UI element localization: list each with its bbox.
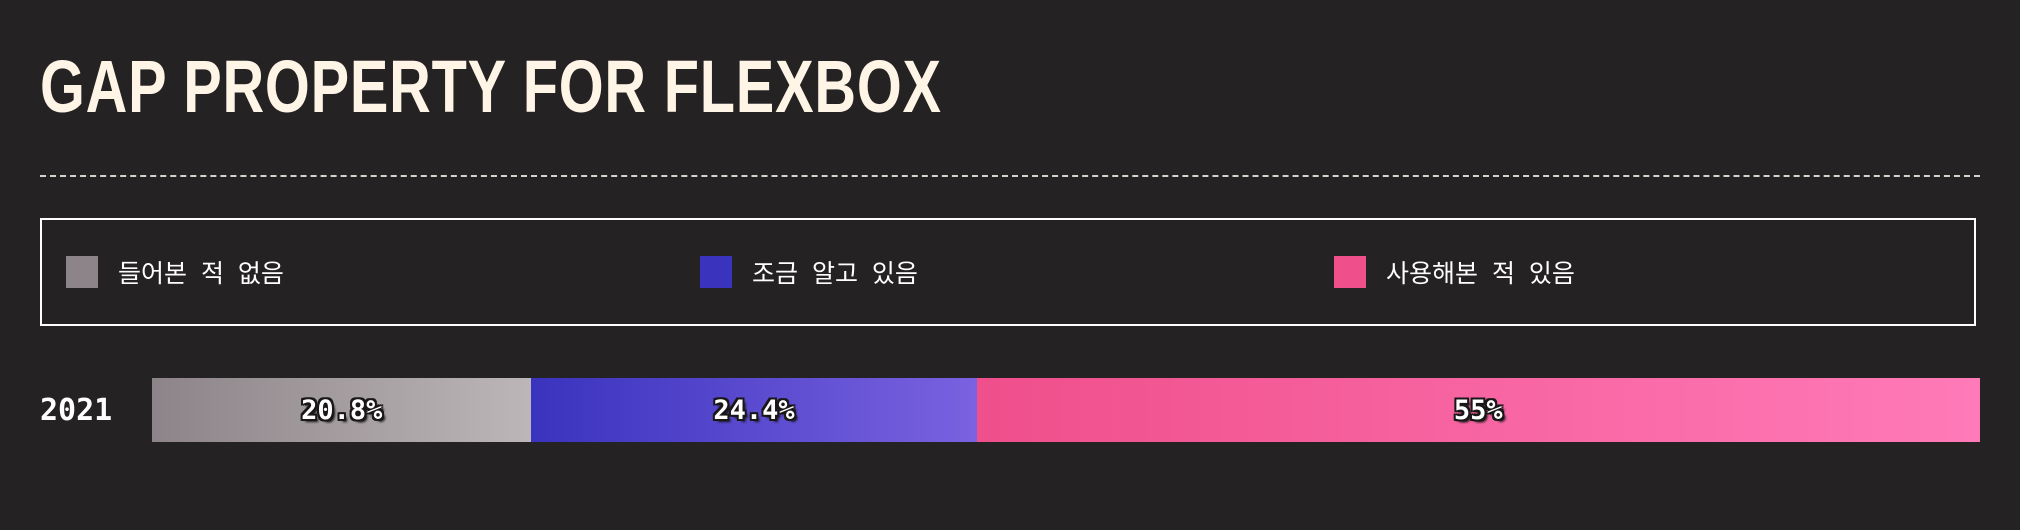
page-title: GAP PROPERTY FOR FLEXBOX — [40, 45, 942, 128]
legend-item: 조금 알고 있음 — [700, 256, 918, 288]
legend-item: 들어본 적 없음 — [66, 256, 284, 288]
legend-swatch — [66, 256, 98, 288]
legend: 들어본 적 없음 조금 알고 있음 사용해본 적 있음 — [40, 218, 1976, 326]
category-label-2021: 2021 — [40, 393, 113, 428]
legend-swatch — [700, 256, 732, 288]
bar-segment: 24.4% — [531, 378, 977, 442]
bar-value-label: 55% — [1453, 394, 1503, 426]
legend-label: 들어본 적 없음 — [118, 259, 284, 288]
bar-value-label: 20.8% — [301, 394, 383, 426]
stacked-bar-2021: 20.8% 24.4% 55% — [152, 378, 1980, 442]
dashed-divider — [40, 175, 1980, 177]
legend-label: 사용해본 적 있음 — [1386, 259, 1575, 288]
bar-value-label: 24.4% — [713, 394, 795, 426]
legend-label: 조금 알고 있음 — [752, 259, 918, 288]
bar-segment: 20.8% — [152, 378, 532, 442]
legend-swatch — [1334, 256, 1366, 288]
bar-segment: 55% — [976, 378, 1980, 442]
legend-item: 사용해본 적 있음 — [1334, 256, 1575, 288]
